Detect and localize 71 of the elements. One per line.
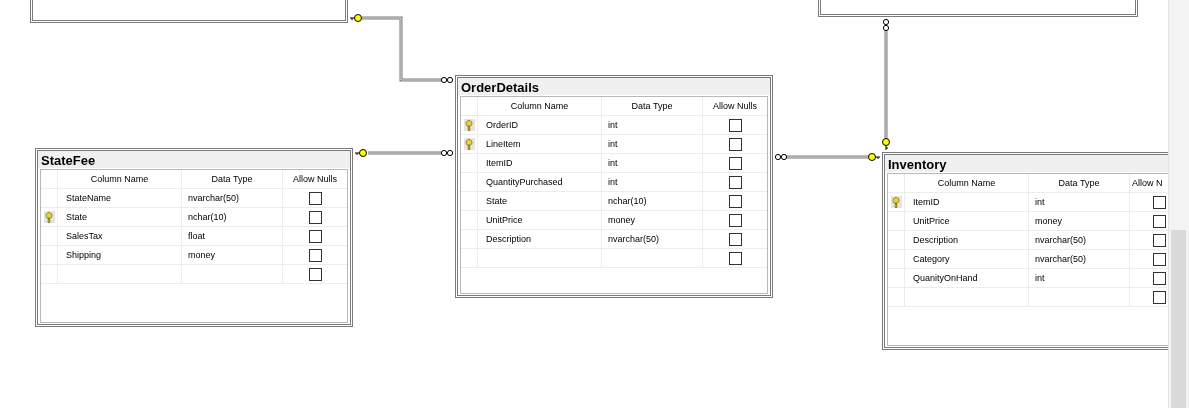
checkbox[interactable] xyxy=(728,137,742,151)
column-header: Column Name xyxy=(905,174,1029,192)
relationship-line[interactable] xyxy=(774,153,881,161)
checkbox[interactable] xyxy=(728,118,742,132)
column-header: Column Name xyxy=(478,97,602,115)
checkbox[interactable] xyxy=(308,267,322,281)
table-cell[interactable]: money xyxy=(188,250,215,260)
table-cell[interactable]: LineItem xyxy=(486,139,521,149)
checkbox[interactable] xyxy=(308,248,322,262)
table-cell[interactable]: State xyxy=(66,212,87,222)
table-cell[interactable]: QuanityOnHand xyxy=(913,273,978,283)
table-cell[interactable]: UnitPrice xyxy=(486,215,523,225)
table-cell[interactable]: nvarchar(50) xyxy=(608,234,660,244)
checkbox[interactable] xyxy=(728,194,742,208)
table-cell[interactable]: OrderID xyxy=(486,120,518,130)
relationship-line[interactable] xyxy=(354,149,454,157)
table-cell[interactable]: Description xyxy=(913,235,959,245)
column-header: Data Type xyxy=(182,170,283,188)
table-title: Inventory xyxy=(885,155,1168,172)
table-cell[interactable]: nvarchar(50) xyxy=(1035,254,1087,264)
checkbox[interactable] xyxy=(1153,214,1166,228)
table-cell[interactable]: nvarchar(50) xyxy=(188,193,240,203)
checkbox[interactable] xyxy=(1153,233,1166,247)
table-cell[interactable]: QuantityPurchased xyxy=(486,177,563,187)
checkbox[interactable] xyxy=(728,232,742,246)
table-title: StateFee xyxy=(38,151,350,168)
table-cell[interactable]: SalesTax xyxy=(66,231,103,241)
table-panel[interactable]: StateFee Column Name Data Type Allow Nulls StateName nvarchar(50) State nchar(10) SalesTax float Shipping money xyxy=(35,148,353,327)
column-header: Allow Nulls xyxy=(292,173,338,186)
table-panel[interactable]: OrderDetails Column Name Data Type Allow Nulls OrderID int LineItem int ItemID int QuantityPurchased int State nchar(10) UnitPrice money Description nvarchar(50) xyxy=(455,75,773,298)
table-cell[interactable]: nchar(10) xyxy=(608,196,647,206)
checkbox[interactable] xyxy=(308,191,322,205)
checkbox[interactable] xyxy=(308,229,322,243)
checkbox[interactable] xyxy=(728,213,742,227)
checkbox[interactable] xyxy=(1153,290,1166,304)
table-cell[interactable]: StateName xyxy=(66,193,112,203)
checkbox[interactable] xyxy=(728,175,742,189)
table-cell[interactable]: nchar(10) xyxy=(188,212,227,222)
checkbox[interactable] xyxy=(1153,252,1166,266)
table-cell[interactable]: money xyxy=(1035,216,1062,226)
table-cell[interactable]: int xyxy=(608,139,618,149)
table-cell[interactable]: Category xyxy=(913,254,950,264)
table-title: OrderDetails xyxy=(458,78,770,95)
table-cell[interactable]: ItemID xyxy=(486,158,513,168)
column-header: Column Name xyxy=(58,170,182,188)
table-cell[interactable]: float xyxy=(188,231,205,241)
scrollbar-thumb[interactable] xyxy=(1171,230,1186,408)
table-cell[interactable]: ItemID xyxy=(913,197,940,207)
table-cell[interactable]: int xyxy=(1035,273,1045,283)
table-cell[interactable]: Description xyxy=(486,234,532,244)
column-header: Allow N xyxy=(1131,177,1164,190)
checkbox[interactable] xyxy=(728,156,742,170)
table-cell[interactable]: int xyxy=(608,158,618,168)
table-cell[interactable]: money xyxy=(608,215,635,225)
checkbox[interactable] xyxy=(1153,271,1166,285)
checkbox[interactable] xyxy=(728,251,742,265)
table-cell[interactable]: int xyxy=(1035,197,1045,207)
column-header: Allow Nulls xyxy=(712,100,758,113)
table-cell[interactable]: int xyxy=(608,177,618,187)
column-header: Data Type xyxy=(1029,174,1130,192)
relationship-line[interactable] xyxy=(882,18,890,151)
checkbox[interactable] xyxy=(308,210,322,224)
column-header: Data Type xyxy=(602,97,703,115)
table-panel[interactable]: Inventory Column Name Data Type Allow N ItemID int UnitPrice money Description nvarchar(50) Category nvarchar(50) QuanityOnHand int xyxy=(882,152,1168,350)
checkbox[interactable] xyxy=(1153,195,1166,209)
scrollbar[interactable] xyxy=(1168,0,1189,408)
table-cell[interactable]: int xyxy=(608,120,618,130)
table-cell[interactable]: State xyxy=(486,196,507,206)
table-cell[interactable]: UnitPrice xyxy=(913,216,950,226)
table-cell[interactable]: Shipping xyxy=(66,250,102,260)
table-cell[interactable]: nvarchar(50) xyxy=(1035,235,1087,245)
